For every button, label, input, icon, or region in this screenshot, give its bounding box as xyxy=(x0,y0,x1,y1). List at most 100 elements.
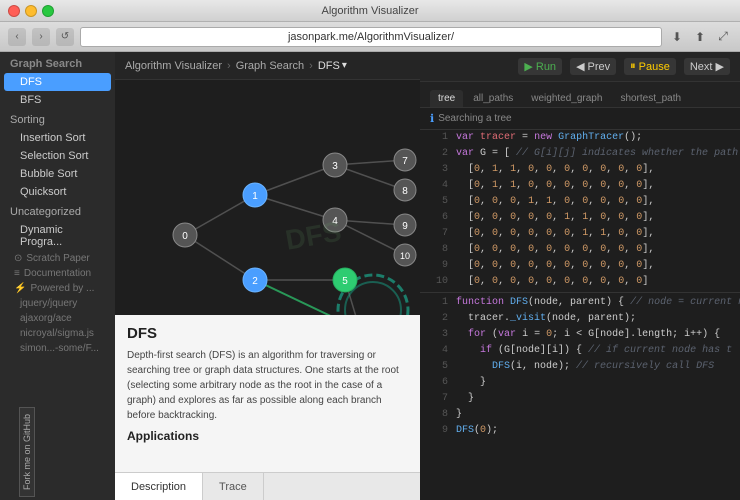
code-line: 5 [0, 0, 0, 1, 1, 0, 0, 0, 0, 0], xyxy=(420,194,740,210)
sidebar-item-scratch-paper[interactable]: ⊙ Scratch Paper xyxy=(0,251,115,266)
code-line: 1 function DFS(node, parent) { // node =… xyxy=(420,295,740,311)
code-line: 4 [0, 1, 1, 0, 0, 0, 0, 0, 0, 0], xyxy=(420,178,740,194)
sidebar-item-jquery[interactable]: jquery/jquery xyxy=(0,296,115,311)
sidebar-item-dynamic-prog[interactable]: Dynamic Progra... xyxy=(0,221,115,251)
code-line: 8 } xyxy=(420,407,740,423)
sidebar-section-uncategorized: Uncategorized xyxy=(0,201,115,221)
code-toolbar: ▶ Run ◀ Prev ⏸ Pause Next ▶ xyxy=(420,52,740,82)
tab-weighted-graph[interactable]: weighted_graph xyxy=(523,90,610,107)
svg-text:8: 8 xyxy=(402,186,408,197)
download-icon[interactable]: ⬇ xyxy=(668,28,686,46)
svg-text:DFS: DFS xyxy=(283,216,344,256)
refresh-button[interactable]: ↺ xyxy=(56,28,74,46)
description-tabs: Description Trace xyxy=(115,472,420,500)
description-title: DFS xyxy=(127,325,408,342)
breadcrumb: Algorithm Visualizer › Graph Search › DF… xyxy=(115,52,420,80)
breadcrumb-sep2: › xyxy=(309,60,313,72)
sidebar-item-sigma[interactable]: nicroyal/sigma.js xyxy=(0,326,115,341)
svg-text:2: 2 xyxy=(252,276,258,287)
status-bar: ℹ Searching a tree xyxy=(420,108,740,130)
sidebar-item-selection-sort[interactable]: Selection Sort xyxy=(0,147,115,165)
breadcrumb-current[interactable]: DFS xyxy=(318,60,340,72)
code-line: 8 [0, 0, 0, 0, 0, 0, 0, 0, 0, 0], xyxy=(420,242,740,258)
breadcrumb-sep1: › xyxy=(227,60,231,72)
code-line: 2 tracer._visit(node, parent); xyxy=(420,311,740,327)
tab-tree[interactable]: tree xyxy=(430,90,463,107)
tab-description[interactable]: Description xyxy=(115,473,203,500)
code-line: 7 } xyxy=(420,391,740,407)
titlebar: Algorithm Visualizer xyxy=(0,0,740,22)
next-button[interactable]: Next ▶ xyxy=(684,58,730,75)
code-line: 2 var G = [ // G[i][j] indicates whether… xyxy=(420,146,740,162)
sidebar-item-documentation[interactable]: ≡ Documentation xyxy=(0,266,115,281)
sidebar-item-bubble-sort[interactable]: Bubble Sort xyxy=(0,165,115,183)
code-line: 3 for (var i = 0; i < G[node].length; i+… xyxy=(420,327,740,343)
description-text: Depth-first search (DFS) is an algorithm… xyxy=(127,348,408,423)
svg-text:10: 10 xyxy=(400,251,410,261)
pause-icon: ⏸ xyxy=(630,60,636,73)
status-text: Searching a tree xyxy=(438,113,511,124)
scratch-paper-icon: ⊙ xyxy=(14,253,22,264)
svg-text:9: 9 xyxy=(402,221,408,232)
run-icon: ▶ xyxy=(524,60,532,73)
doc-icon: ≡ xyxy=(14,268,20,279)
sidebar-item-ajaxorg[interactable]: ajaxorg/ace xyxy=(0,311,115,326)
svg-text:1: 1 xyxy=(252,191,258,202)
sidebar-section-sorting: Sorting xyxy=(0,109,115,129)
back-button[interactable]: ‹ xyxy=(8,28,26,46)
prev-button[interactable]: ◀ Prev xyxy=(570,58,616,75)
sidebar-item-bfs[interactable]: BFS xyxy=(0,91,115,109)
description-subtitle: Applications xyxy=(127,429,408,443)
pause-button[interactable]: ⏸ Pause xyxy=(624,58,676,75)
breadcrumb-dropdown-icon[interactable]: ▾ xyxy=(342,60,347,71)
svg-text:7: 7 xyxy=(402,156,408,167)
graph-svg: 0 1 2 3 4 5 6 xyxy=(115,80,420,320)
window-title: Algorithm Visualizer xyxy=(321,5,418,17)
sidebar-item-insertion-sort[interactable]: Insertion Sort xyxy=(0,129,115,147)
right-panel: ▶ Run ◀ Prev ⏸ Pause Next ▶ tree all_pat… xyxy=(420,52,740,500)
code-tabs: tree all_paths weighted_graph shortest_p… xyxy=(420,82,740,108)
fork-github-badge[interactable]: Fork me on GitHub xyxy=(19,407,35,497)
close-button[interactable] xyxy=(8,5,20,17)
sidebar-item-quicksort[interactable]: Quicksort xyxy=(0,183,115,201)
sidebar-item-dfs[interactable]: DFS xyxy=(4,73,111,91)
window-controls xyxy=(8,5,54,17)
svg-text:5: 5 xyxy=(342,276,348,287)
code-line: 9 DFS(0); xyxy=(420,423,740,439)
graph-visualization: 0 1 2 3 4 5 6 xyxy=(115,80,420,320)
breadcrumb-root[interactable]: Algorithm Visualizer xyxy=(125,60,222,72)
breadcrumb-section[interactable]: Graph Search xyxy=(236,60,304,72)
share-icon[interactable]: ⬆ xyxy=(691,28,709,46)
minimize-button[interactable] xyxy=(25,5,37,17)
code-line: 9 [0, 0, 0, 0, 0, 0, 0, 0, 0, 0], xyxy=(420,258,740,274)
sidebar-section-graph: Graph Search xyxy=(0,52,115,73)
browser-toolbar: ‹ › ↺ jasonpark.me/AlgorithmVisualizer/ … xyxy=(0,22,740,52)
code-line: 10 [0, 0, 0, 0, 0, 0, 0, 0, 0, 0] xyxy=(420,274,740,290)
address-bar[interactable]: jasonpark.me/AlgorithmVisualizer/ xyxy=(80,27,662,47)
code-line: 1 var tracer = new GraphTracer(); xyxy=(420,130,740,146)
sidebar-item-simon[interactable]: simon...-some/F... xyxy=(0,341,115,356)
prev-icon: ◀ xyxy=(576,60,584,73)
sidebar-item-powered-by[interactable]: ⚡ Powered by ... xyxy=(0,281,115,296)
description-area: DFS Depth-first search (DFS) is an algor… xyxy=(115,315,420,500)
run-button[interactable]: ▶ Run xyxy=(518,58,562,75)
maximize-button[interactable] xyxy=(42,5,54,17)
code-line: 4 if (G[node][i]) { // if current node h… xyxy=(420,343,740,359)
code-line: 6 [0, 0, 0, 0, 0, 1, 1, 0, 0, 0], xyxy=(420,210,740,226)
tab-shortest-path[interactable]: shortest_path xyxy=(612,90,689,107)
browser-actions: ⬇ ⬆ ⤢ xyxy=(668,28,732,46)
forward-button[interactable]: › xyxy=(32,28,50,46)
tab-trace[interactable]: Trace xyxy=(203,473,264,500)
code-editor[interactable]: 1 var tracer = new GraphTracer(); 2 var … xyxy=(420,130,740,500)
sidebar: Graph Search DFS BFS Sorting Insertion S… xyxy=(0,52,115,500)
tab-all-paths[interactable]: all_paths xyxy=(465,90,521,107)
code-line: 3 [0, 1, 1, 0, 0, 0, 0, 0, 0, 0], xyxy=(420,162,740,178)
svg-text:0: 0 xyxy=(182,231,188,242)
code-line: 5 DFS(i, node); // recursively call DFS xyxy=(420,359,740,375)
graph-area: Algorithm Visualizer › Graph Search › DF… xyxy=(115,52,420,500)
code-line: 7 [0, 0, 0, 0, 0, 0, 1, 1, 0, 0], xyxy=(420,226,740,242)
expand-icon[interactable]: ⤢ xyxy=(714,28,732,46)
svg-text:3: 3 xyxy=(332,161,338,172)
main-content: Graph Search DFS BFS Sorting Insertion S… xyxy=(0,52,740,500)
power-icon: ⚡ xyxy=(14,283,26,294)
